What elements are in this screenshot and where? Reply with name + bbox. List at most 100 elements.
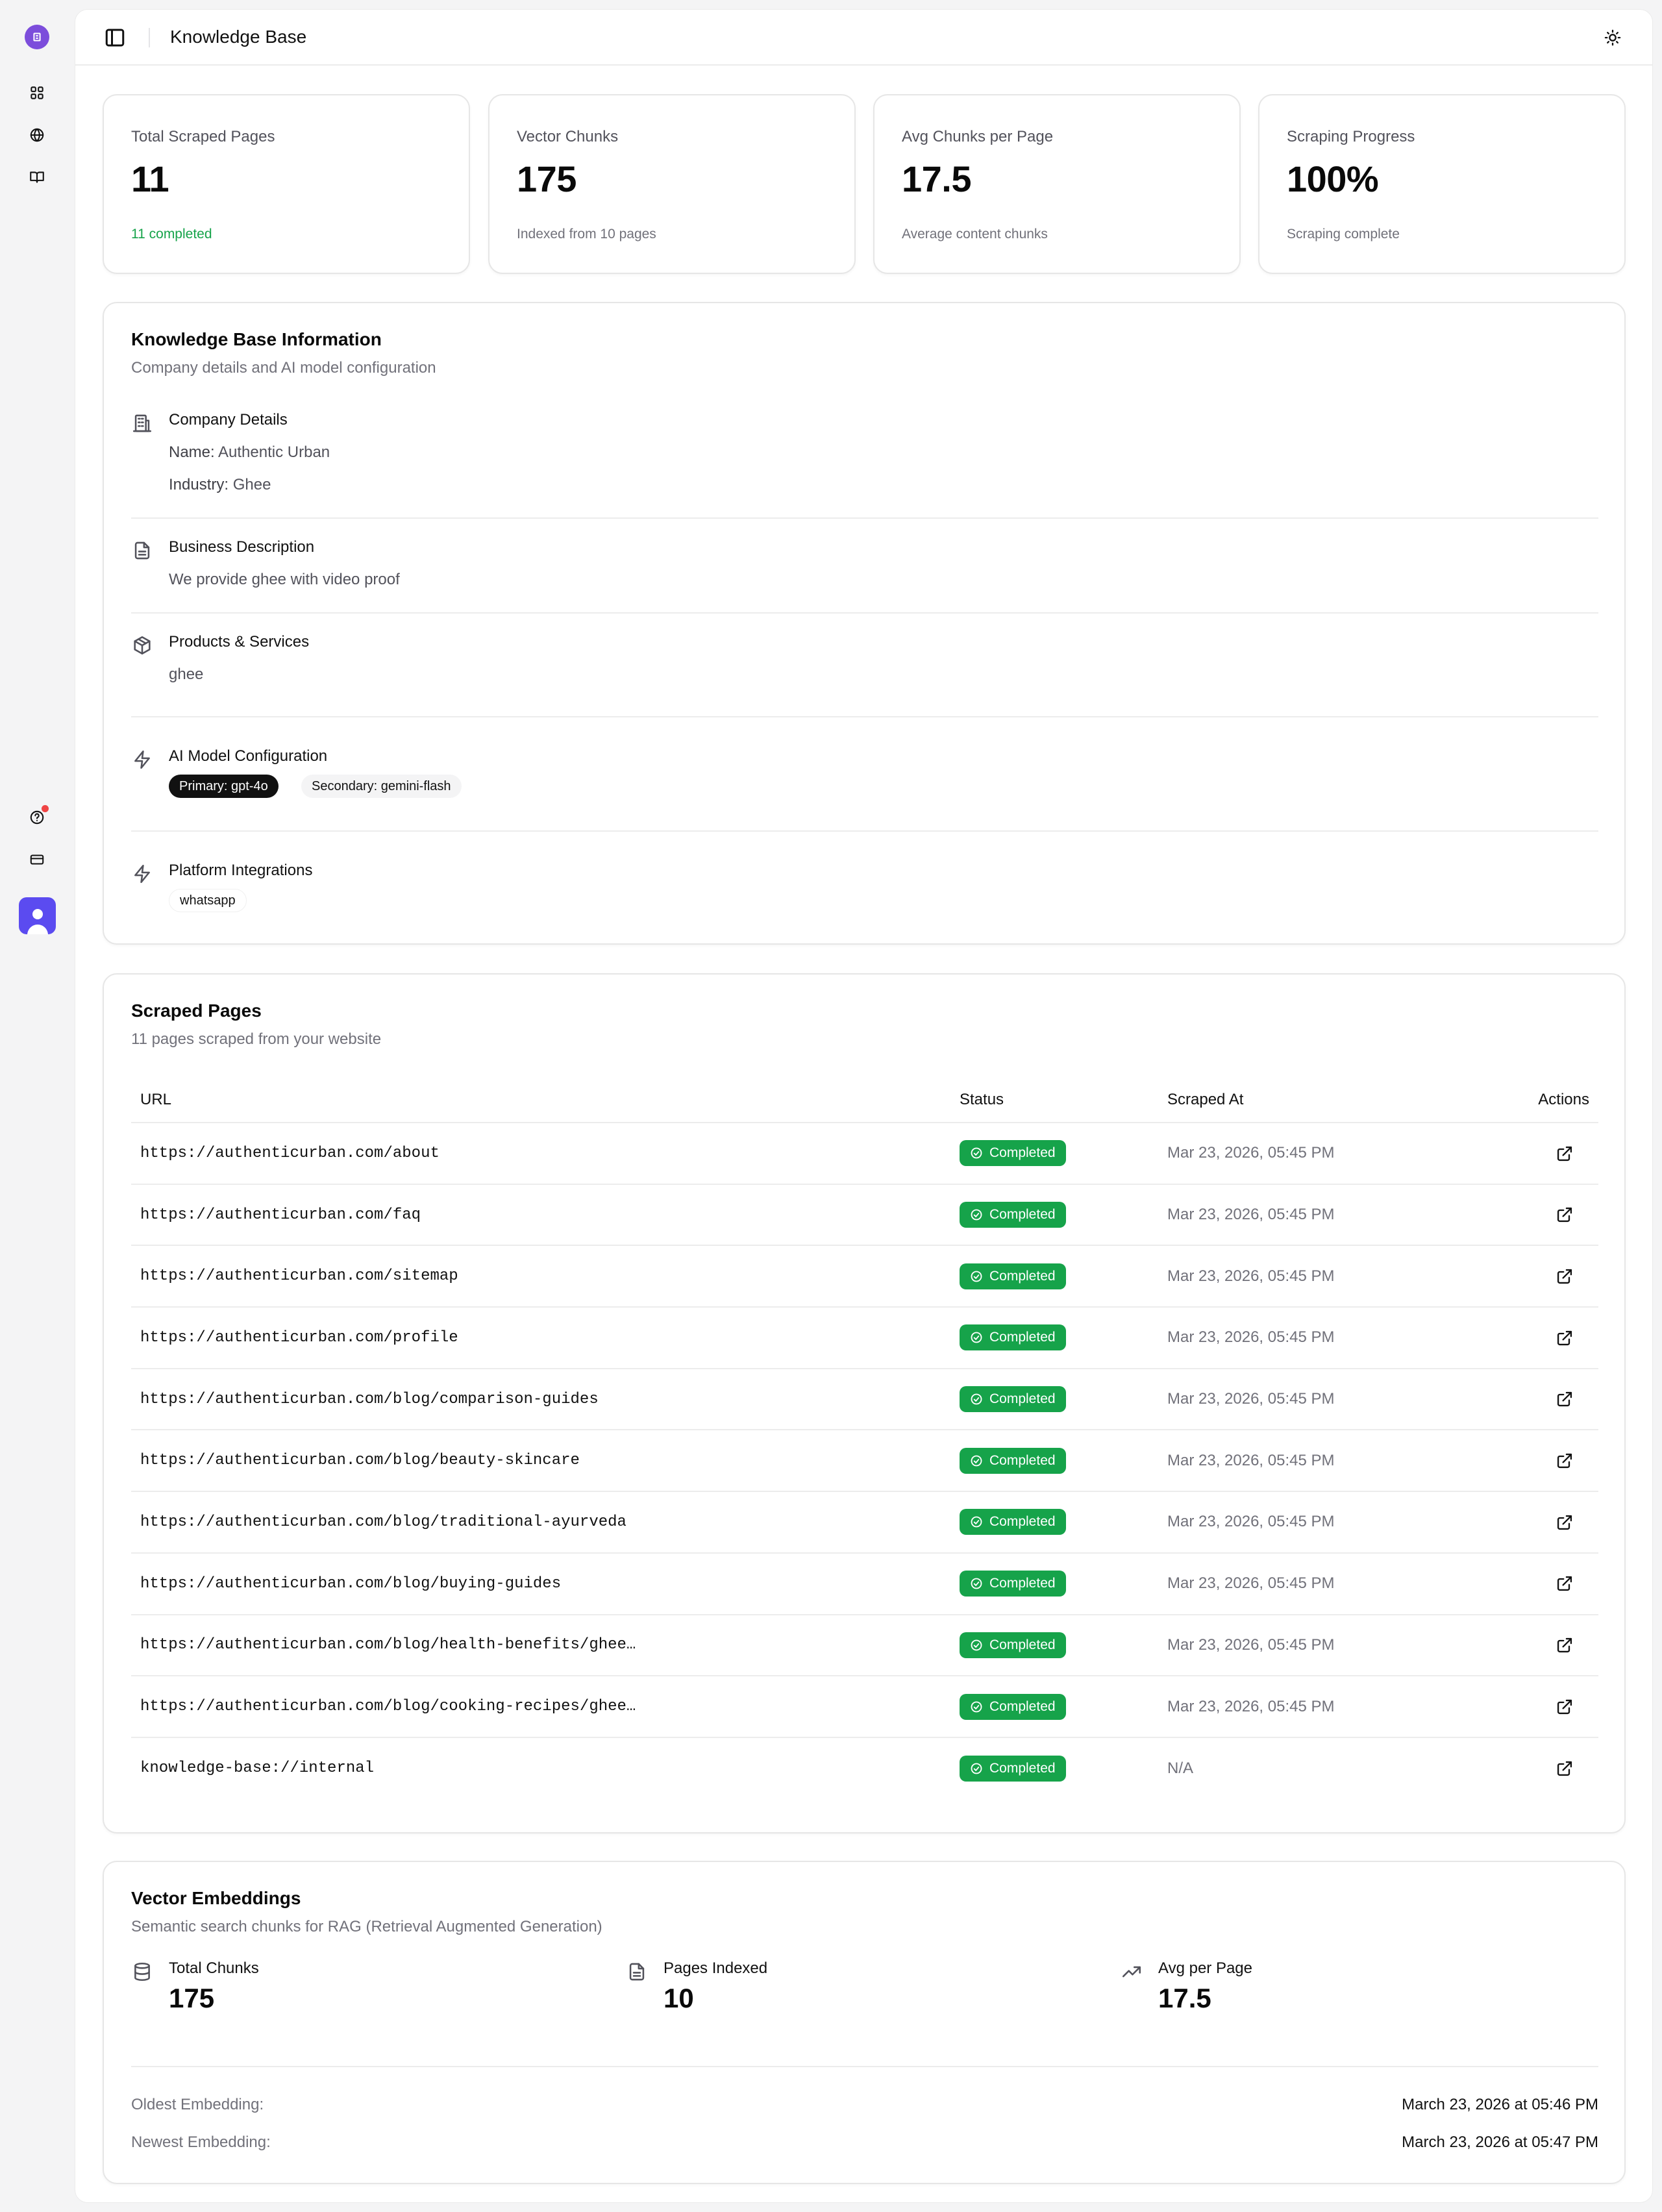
status-text: Completed <box>989 1698 1056 1714</box>
globe-icon[interactable] <box>27 125 47 145</box>
status-badge: Completed <box>960 1632 1066 1658</box>
sun-icon[interactable] <box>1602 27 1624 49</box>
column-header-date: Scraped At <box>1167 1077 1459 1123</box>
table-row: knowledge-base://internal Completed N/A <box>131 1737 1598 1799</box>
table-row: https://authenticurban.com/about Complete… <box>131 1123 1598 1185</box>
oldest-embedding-label: Oldest Embedding: <box>131 2096 264 2113</box>
metric-value: 175 <box>169 1983 215 2013</box>
row-actions <box>1459 1307 1598 1369</box>
row-actions <box>1459 1368 1598 1431</box>
row-status: Completed <box>960 1184 1167 1247</box>
scraped-pages-card: Scraped Pages 11 pages scraped from your… <box>103 973 1626 1833</box>
row-status: Completed <box>960 1676 1167 1738</box>
external-link-icon[interactable] <box>1556 1390 1574 1408</box>
row-url: https://authenticurban.com/blog/cooking-… <box>131 1676 960 1738</box>
stat-card-vector-chunks: Vector Chunks 175 Indexed from 10 pages <box>488 94 856 274</box>
check-circle-icon <box>971 1147 982 1159</box>
logo-icon[interactable] <box>25 25 49 49</box>
table-row: https://authenticurban.com/blog/health-b… <box>131 1614 1598 1677</box>
row-status: Completed <box>960 1552 1167 1615</box>
external-link-icon[interactable] <box>1556 1698 1574 1716</box>
row-actions <box>1459 1184 1598 1247</box>
status-badge: Completed <box>960 1571 1066 1597</box>
row-date: Mar 23, 2026, 05:45 PM <box>1167 1614 1459 1677</box>
row-url: https://authenticurban.com/blog/traditio… <box>131 1491 960 1554</box>
business-description: We provide ghee with video proof <box>169 571 400 588</box>
card-description: Semantic search chunks for RAG (Retrieva… <box>131 1918 602 1935</box>
stat-sub: Indexed from 10 pages <box>517 227 656 242</box>
row-date: Mar 23, 2026, 05:45 PM <box>1167 1184 1459 1247</box>
vector-embeddings-card: Vector Embeddings Semantic search chunks… <box>103 1861 1626 2184</box>
section-heading: Company Details <box>169 411 288 429</box>
table-row: https://authenticurban.com/sitemap Comple… <box>131 1245 1598 1308</box>
external-link-icon[interactable] <box>1556 1452 1574 1470</box>
divider <box>131 517 1598 519</box>
oldest-embedding-value: March 23, 2026 at 05:46 PM <box>1402 2096 1598 2113</box>
external-link-icon[interactable] <box>1556 1329 1574 1347</box>
building-icon <box>131 412 155 436</box>
table-row: https://authenticurban.com/blog/cooking-… <box>131 1676 1598 1738</box>
status-badge: Completed <box>960 1263 1066 1289</box>
dashboard-grid-icon[interactable] <box>27 82 47 103</box>
row-actions <box>1459 1491 1598 1554</box>
table-row: https://authenticurban.com/profile Comple… <box>131 1307 1598 1369</box>
table-row: https://authenticurban.com/blog/traditio… <box>131 1491 1598 1554</box>
metric-label: Avg per Page <box>1158 1959 1252 1977</box>
stat-card-scraping-progress: Scraping Progress 100% Scraping complete <box>1258 94 1626 274</box>
status-text: Completed <box>989 1268 1056 1284</box>
table-row: https://authenticurban.com/blog/buying-g… <box>131 1552 1598 1615</box>
row-date: Mar 23, 2026, 05:45 PM <box>1167 1123 1459 1185</box>
secondary-model-badge: Secondary: gemini-flash <box>301 775 462 798</box>
external-link-icon[interactable] <box>1556 1636 1574 1654</box>
row-date: Mar 23, 2026, 05:45 PM <box>1167 1245 1459 1308</box>
status-text: Completed <box>989 1760 1056 1776</box>
row-status: Completed <box>960 1368 1167 1431</box>
check-circle-icon <box>971 1578 982 1589</box>
stat-label: Vector Chunks <box>517 128 619 145</box>
row-status: Completed <box>960 1430 1167 1493</box>
user-avatar[interactable] <box>19 897 56 934</box>
stat-value: 11 <box>131 158 169 199</box>
sidebar-toggle-icon[interactable] <box>103 25 127 50</box>
check-circle-icon <box>971 1763 982 1774</box>
divider <box>149 28 150 47</box>
external-link-icon[interactable] <box>1556 1574 1574 1593</box>
main-content: Knowledge Base Total Scraped Pages 11 11… <box>75 9 1653 2203</box>
divider <box>131 716 1598 717</box>
external-link-icon[interactable] <box>1556 1145 1574 1163</box>
stat-label: Scraping Progress <box>1287 128 1415 145</box>
external-link-icon[interactable] <box>1556 1267 1574 1286</box>
status-badge: Completed <box>960 1693 1066 1720</box>
company-industry: Industry: Ghee <box>169 476 271 493</box>
check-circle-icon <box>971 1393 982 1405</box>
table-header-row: URL Status Scraped At Actions <box>131 1077 1598 1123</box>
company-name: Name: Authentic Urban <box>169 443 330 461</box>
primary-model-badge: Primary: gpt-4o <box>169 775 279 798</box>
external-link-icon[interactable] <box>1556 1759 1574 1778</box>
check-circle-icon <box>971 1455 982 1467</box>
card-description: 11 pages scraped from your website <box>131 1030 382 1048</box>
card-description: Company details and AI model configurati… <box>131 359 436 377</box>
sidebar <box>0 0 75 2212</box>
row-date: Mar 23, 2026, 05:45 PM <box>1167 1368 1459 1431</box>
row-url: knowledge-base://internal <box>140 1759 375 1778</box>
status-text: Completed <box>989 1391 1056 1407</box>
external-link-icon[interactable] <box>1556 1206 1574 1224</box>
divider <box>131 612 1598 614</box>
scraped-pages-table: URL Status Scraped At Actions https://au… <box>131 1077 1598 1799</box>
billing-card-icon[interactable] <box>27 849 47 870</box>
check-circle-icon <box>971 1271 982 1282</box>
column-header-status: Status <box>960 1077 1167 1123</box>
table-row: https://authenticurban.com/blog/comparis… <box>131 1368 1598 1431</box>
stat-label: Avg Chunks per Page <box>902 128 1054 145</box>
help-icon[interactable] <box>27 805 49 828</box>
external-link-icon[interactable] <box>1556 1513 1574 1532</box>
section-heading: Platform Integrations <box>169 862 313 879</box>
newest-embedding-value: March 23, 2026 at 05:47 PM <box>1402 2133 1598 2151</box>
table-row: https://authenticurban.com/faq Completed M… <box>131 1184 1598 1247</box>
status-text: Completed <box>989 1452 1056 1468</box>
table-row: https://authenticurban.com/blog/beauty-s… <box>131 1430 1598 1493</box>
check-circle-icon <box>971 1639 982 1651</box>
book-icon[interactable] <box>27 167 47 188</box>
page-title: Knowledge Base <box>170 27 307 47</box>
